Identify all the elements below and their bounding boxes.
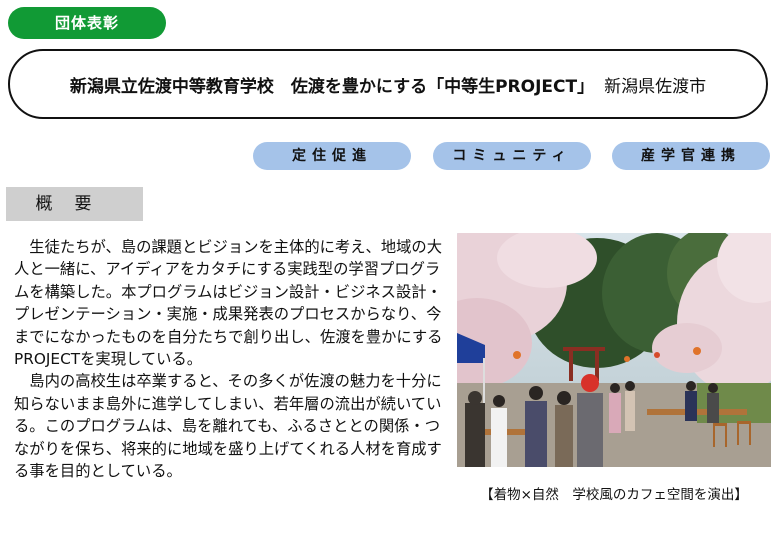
title-box: 新潟県立佐渡中等教育学校 佐渡を豊かにする「中等生PROJECT」 新潟県佐渡市 <box>8 49 768 119</box>
overview-paragraph-2: 島内の高校生は卒業すると、その多くが佐渡の魅力を十分に知らないまま島外に進学して… <box>14 372 442 481</box>
event-photo <box>457 233 771 467</box>
award-category-badge: 団体表彰 <box>8 7 166 39</box>
section-heading-overview: 概要 <box>6 187 143 221</box>
page-title: 新潟県立佐渡中等教育学校 佐渡を豊かにする「中等生PROJECT」 <box>69 76 595 97</box>
event-photo-illustration <box>457 233 771 467</box>
location-label: 新潟県佐渡市 <box>604 76 707 97</box>
tag-settlement: 定住促進 <box>253 142 411 170</box>
tag-industry-academia-government: 産学官連携 <box>612 142 770 170</box>
overview-text: 生徒たちが、島の課題とビジョンを主体的に考え、地域の大人と一緒に、アイディアをカ… <box>14 236 444 482</box>
overview-paragraph-1: 生徒たちが、島の課題とビジョンを主体的に考え、地域の大人と一緒に、アイディアをカ… <box>14 238 443 369</box>
tag-community: コミュニティ <box>433 142 591 170</box>
photo-caption: 【着物×自然 学校風のカフェ空間を演出】 <box>480 487 748 503</box>
